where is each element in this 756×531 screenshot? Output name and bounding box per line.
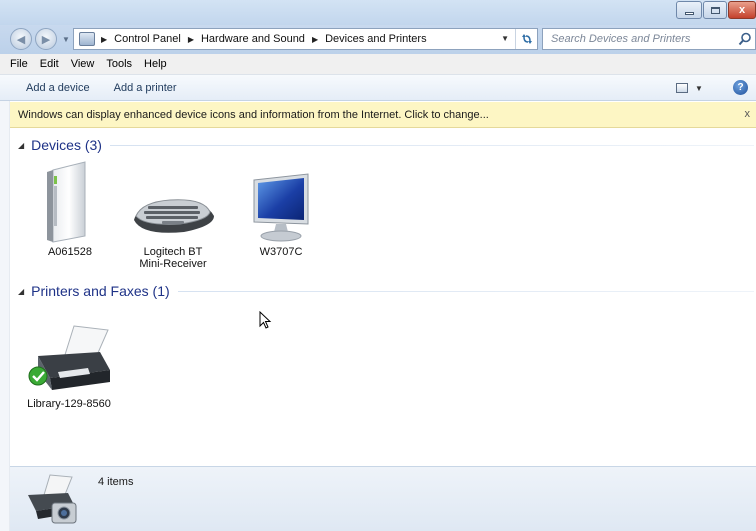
device-label-line-1: Logitech BT xyxy=(143,246,203,258)
close-icon[interactable]: x xyxy=(745,108,751,120)
breadcrumb-separator[interactable]: ▶ xyxy=(312,35,318,44)
search-box[interactable]: Search Devices and Printers xyxy=(542,28,756,50)
title-bar: x xyxy=(0,0,756,25)
address-dropdown-icon[interactable]: ▼ xyxy=(501,34,509,43)
device-label: A061528 xyxy=(47,246,93,258)
item-count: 4 items xyxy=(98,476,134,488)
device-list: ◢ Devices (3) A061528 Logitech BT Mini-R… xyxy=(10,128,756,466)
collapse-triangle-icon[interactable]: ◢ xyxy=(18,141,24,150)
minimize-button[interactable] xyxy=(676,1,702,19)
printer-label: Library-129-8560 xyxy=(27,398,111,410)
group-header-printers[interactable]: ◢ Printers and Faxes (1) xyxy=(18,282,754,300)
close-button[interactable]: x xyxy=(728,1,756,19)
group-title-printers: Printers and Faxes (1) xyxy=(31,283,170,299)
group-title-devices: Devices (3) xyxy=(31,137,102,153)
close-icon: x xyxy=(738,3,746,16)
info-bar[interactable]: Windows can display enhanced device icon… xyxy=(10,102,756,128)
back-button[interactable]: ◀ xyxy=(10,28,32,50)
help-icon[interactable]: ? xyxy=(733,80,748,95)
menu-edit[interactable]: Edit xyxy=(34,58,65,70)
left-pane-edge xyxy=(0,54,10,531)
collapse-triangle-icon[interactable]: ◢ xyxy=(18,287,24,296)
keyboard-icon xyxy=(128,160,218,244)
menu-bar: File Edit View Tools Help xyxy=(0,54,756,75)
window-controls: x xyxy=(675,1,756,19)
change-view-button[interactable]: ▼ xyxy=(676,81,704,95)
menu-tools[interactable]: Tools xyxy=(100,58,138,70)
command-bar: Add a device Add a printer ▼ ? xyxy=(0,75,756,101)
group-divider xyxy=(177,290,754,292)
device-item[interactable]: Logitech BT Mini-Receiver xyxy=(128,160,218,270)
refresh-button[interactable] xyxy=(515,29,537,49)
navigation-bar: ◀ ▶ ▼ ▶ Control Panel ▶ Hardware and Sou… xyxy=(0,25,756,54)
details-pane: 4 items xyxy=(10,466,756,531)
breadcrumb-separator[interactable]: ▶ xyxy=(101,35,107,44)
device-label-line-2: Mini-Receiver xyxy=(139,258,207,270)
breadcrumb-hardware-and-sound[interactable]: Hardware and Sound xyxy=(201,33,305,45)
mouse-cursor-icon xyxy=(259,311,272,329)
printer-camera-icon xyxy=(22,471,82,529)
chevron-down-icon[interactable]: ▼ xyxy=(695,84,703,93)
group-header-devices[interactable]: ◢ Devices (3) xyxy=(18,136,754,154)
back-arrow-icon: ◀ xyxy=(16,33,26,46)
breadcrumb-separator[interactable]: ▶ xyxy=(188,35,194,44)
breadcrumb: ▶ Control Panel ▶ Hardware and Sound ▶ D… xyxy=(101,33,427,45)
group-divider xyxy=(109,144,754,146)
printer-icon xyxy=(24,312,114,396)
computer-tower-icon xyxy=(25,160,115,244)
menu-help[interactable]: Help xyxy=(138,58,173,70)
view-icon xyxy=(676,83,688,93)
device-item[interactable]: A061528 xyxy=(25,160,115,258)
add-printer-button[interactable]: Add a printer xyxy=(102,82,189,94)
add-device-button[interactable]: Add a device xyxy=(0,82,102,94)
maximize-icon xyxy=(710,6,720,14)
device-item[interactable]: W3707C xyxy=(236,160,326,258)
forward-button[interactable]: ▶ xyxy=(35,28,57,50)
menu-file[interactable]: File xyxy=(4,58,34,70)
address-bar[interactable]: ▶ Control Panel ▶ Hardware and Sound ▶ D… xyxy=(73,28,538,50)
maximize-button[interactable] xyxy=(703,1,727,19)
device-label: W3707C xyxy=(259,246,303,258)
search-placeholder[interactable]: Search Devices and Printers xyxy=(551,33,690,45)
breadcrumb-devices-and-printers[interactable]: Devices and Printers xyxy=(325,33,427,45)
breadcrumb-control-panel[interactable]: Control Panel xyxy=(114,33,181,45)
monitor-icon xyxy=(236,160,326,244)
printer-item[interactable]: Library-129-8560 xyxy=(24,312,114,410)
menu-view[interactable]: View xyxy=(65,58,101,70)
search-icon[interactable] xyxy=(738,32,752,46)
forward-arrow-icon: ▶ xyxy=(41,33,51,46)
recent-pages-dropdown[interactable]: ▼ xyxy=(62,35,70,44)
control-panel-icon xyxy=(79,32,95,46)
minimize-icon xyxy=(684,11,694,15)
info-bar-message[interactable]: Windows can display enhanced device icon… xyxy=(18,109,489,121)
refresh-icon xyxy=(521,34,532,44)
